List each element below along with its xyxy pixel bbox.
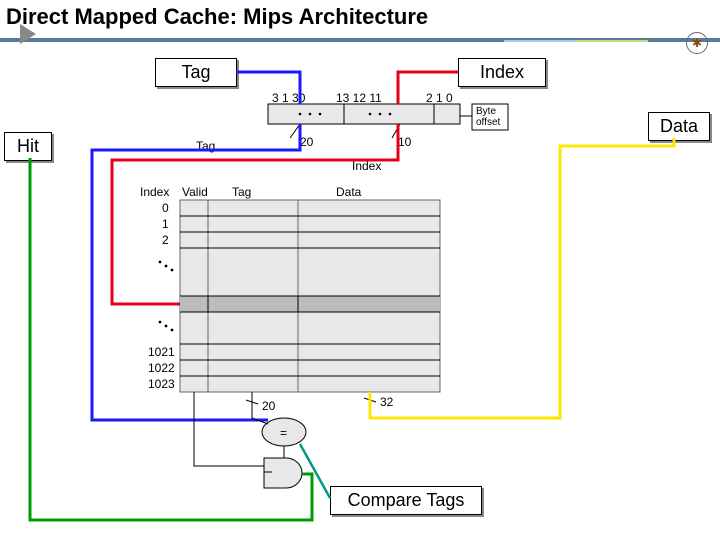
svg-text:Index: Index (140, 185, 169, 199)
selected-row (180, 296, 440, 312)
svg-text:1022: 1022 (148, 361, 175, 375)
index-bits: 10 (398, 135, 412, 149)
addr-split-hi: 13 12 11 (336, 91, 382, 105)
byte-offset-l2: offset (476, 117, 500, 128)
cache-rows (180, 200, 440, 392)
addr-split-lo: 2 1 0 (426, 91, 453, 105)
svg-text:Valid: Valid (182, 185, 208, 199)
svg-text:Data: Data (336, 185, 362, 199)
tag-bits: 20 (300, 135, 314, 149)
data-out-bits: 32 (380, 395, 394, 409)
and-gate-icon (264, 458, 302, 488)
cache-table: Index Valid Tag Data 0 1 (140, 185, 440, 392)
byte-offset-l1: Byte (476, 106, 496, 117)
svg-text:1: 1 (162, 217, 169, 231)
svg-text:0: 0 (162, 201, 169, 215)
tag-out-bits: 20 (262, 399, 276, 413)
svg-text:1023: 1023 (148, 377, 175, 391)
svg-text:1021: 1021 (148, 345, 175, 359)
wire-compare-pointer (300, 444, 330, 498)
addr-offset-field (434, 104, 460, 124)
svg-text:2: 2 (162, 233, 169, 247)
diagram-svg: 3 1 30 13 12 11 2 1 0 Byte offset 20 10 … (0, 0, 720, 540)
addr-tag-field (268, 104, 344, 124)
comparator-eq: = (280, 426, 287, 440)
svg-text:Tag: Tag (232, 185, 251, 199)
